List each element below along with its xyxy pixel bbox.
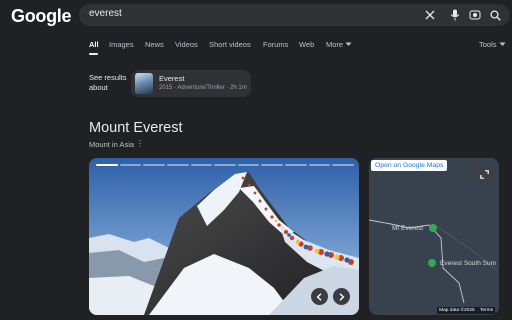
tab-more-label: More <box>326 40 344 49</box>
tools-button[interactable]: Tools <box>479 40 506 49</box>
tab-news[interactable]: News <box>145 40 164 49</box>
carousel-prev-button[interactable] <box>311 288 328 305</box>
tools-label: Tools <box>479 40 497 49</box>
carousel-next-button[interactable] <box>333 288 350 305</box>
slide-indicator <box>190 164 213 166</box>
slide-indicator <box>237 164 260 166</box>
expand-icon <box>479 169 489 179</box>
slide-indicator <box>214 164 236 166</box>
google-logo[interactable]: Google <box>11 6 72 27</box>
tab-web[interactable]: Web <box>299 40 314 49</box>
chevron-right-icon <box>339 292 345 301</box>
slide-indicator <box>332 164 355 166</box>
chip-title: Everest <box>159 74 185 83</box>
lens-icon[interactable] <box>468 8 482 22</box>
slide-indicator <box>261 164 284 166</box>
more-options-icon[interactable]: ⋮ <box>136 139 144 148</box>
map-label-everest-south-summit: Everest South Sum <box>440 260 496 267</box>
slide-progress <box>96 164 355 166</box>
chevron-left-icon <box>316 292 322 301</box>
slide-indicator <box>308 164 331 166</box>
map-terms-link[interactable]: Terms <box>480 308 493 313</box>
see-results-chip[interactable]: Everest 2015 · Adventure/Thriller · 2h 1… <box>131 70 251 97</box>
search-bar[interactable]: everest <box>79 4 510 26</box>
slide-indicator <box>143 164 165 166</box>
slide-indicator <box>166 164 189 166</box>
search-input[interactable]: everest <box>89 8 122 19</box>
tab-short-videos[interactable]: Short videos <box>209 40 251 49</box>
tab-forums[interactable]: Forums <box>263 40 288 49</box>
microphone-icon[interactable] <box>448 8 462 22</box>
knowledge-panel-title: Mount Everest <box>89 120 183 136</box>
tab-videos[interactable]: Videos <box>175 40 198 49</box>
tab-all[interactable]: All <box>89 40 99 49</box>
expand-map-button[interactable] <box>475 165 493 183</box>
slide-indicator <box>285 164 307 166</box>
search-icon[interactable] <box>488 8 502 22</box>
tab-images[interactable]: Images <box>109 40 134 49</box>
map-label-mt-everest: Mt Everest <box>392 225 424 232</box>
map-pin-icon[interactable] <box>429 224 437 232</box>
chevron-down-icon <box>499 42 506 46</box>
map-pin-icon[interactable] <box>428 259 436 267</box>
knowledge-panel-subtitle: Mount in Asia <box>89 140 135 149</box>
everest-photo-carousel[interactable] <box>89 158 359 315</box>
map-attribution: Map data ©2025 Terms <box>437 307 495 314</box>
clear-icon[interactable] <box>423 8 437 22</box>
tab-more[interactable]: More <box>326 40 352 49</box>
slide-indicator <box>119 164 142 166</box>
chip-subtitle: 2015 · Adventure/Thriller · 2h 1m <box>159 85 247 91</box>
active-tab-indicator <box>89 53 98 55</box>
slide-indicator <box>96 164 118 166</box>
movie-thumbnail <box>135 73 153 94</box>
see-results-label: See results about <box>89 73 127 92</box>
open-google-maps-link[interactable]: Open on Google Maps <box>371 160 448 171</box>
map-panel[interactable]: Open on Google Maps Mt Everest Everest S… <box>369 158 499 315</box>
map-data-credit: Map data ©2025 <box>439 308 475 313</box>
chevron-down-icon <box>345 42 352 46</box>
